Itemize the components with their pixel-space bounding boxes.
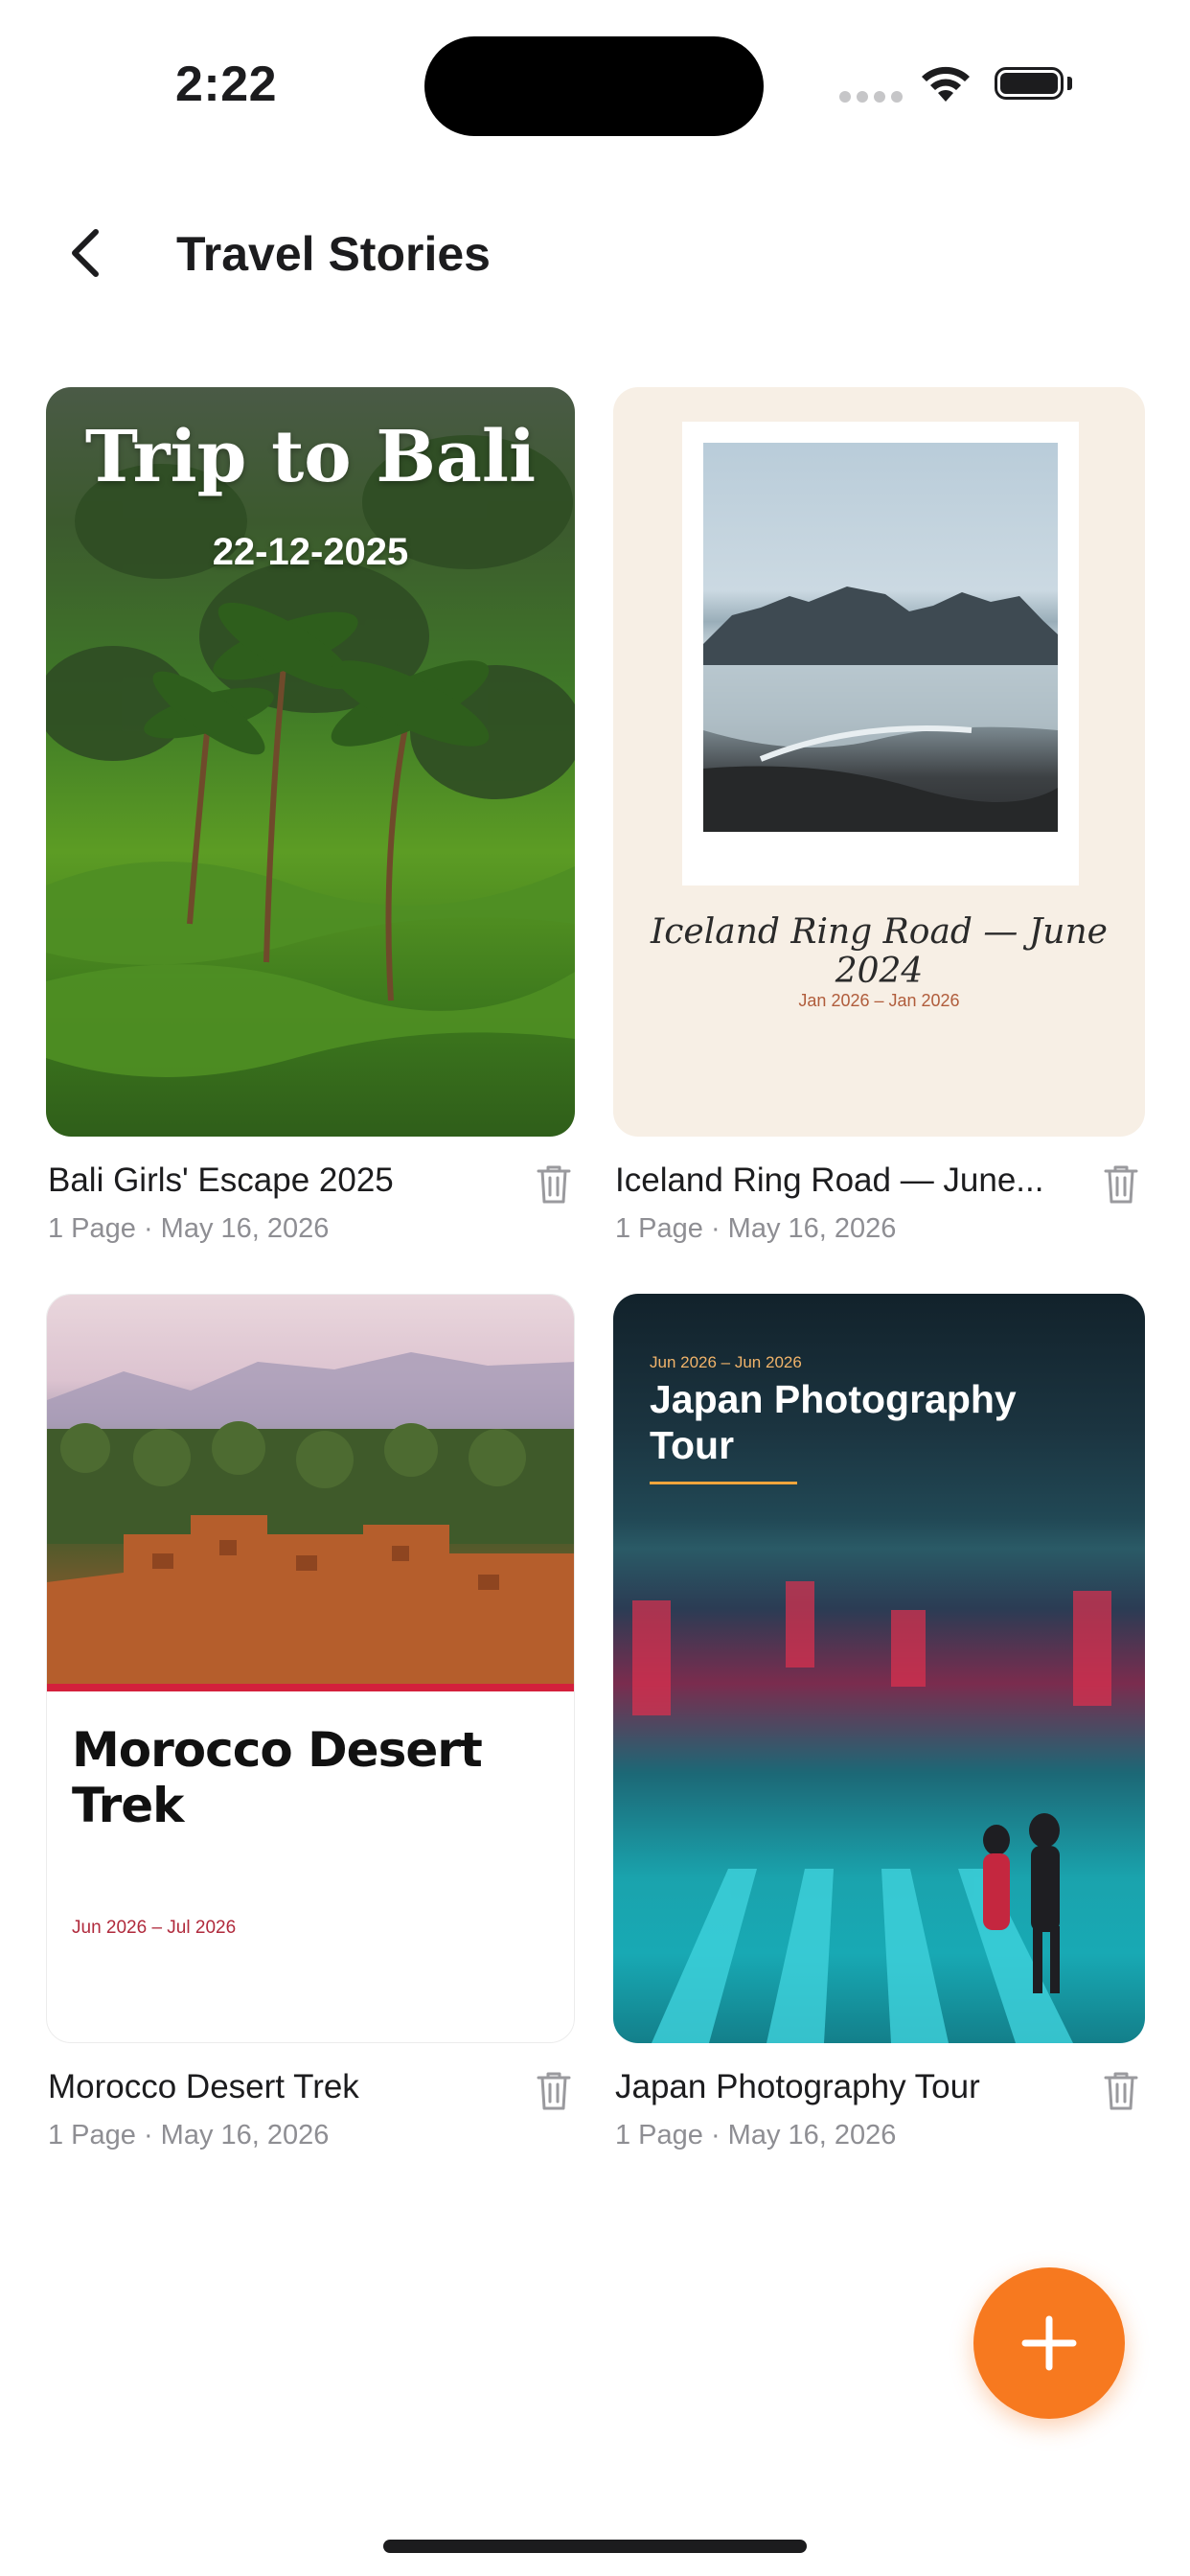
morocco-cover-date: Jun 2026 – Jul 2026 [72,1918,237,1938]
battery-icon [995,67,1064,100]
status-time: 2:22 [175,57,278,112]
story-cover-bali[interactable]: Trip to Bali 22-12-2025 [46,387,575,1137]
story-cover-japan[interactable]: Jun 2026 – Jun 2026 Japan Photography To… [613,1294,1145,2043]
story-name[interactable]: Bali Girls' Escape 2025 [48,1162,517,1200]
cellular-signal-icon [839,90,908,107]
home-indicator [383,2540,807,2553]
story-meta: 1 Page · May 16, 2026 [48,1213,330,1244]
bali-cover-title: Trip to Bali [84,416,537,498]
story-cover-morocco[interactable]: Morocco Desert Trek Jun 2026 – Jul 2026 [46,1294,575,2043]
back-button[interactable] [63,226,109,280]
story-name[interactable]: Iceland Ring Road — June... [615,1162,1065,1200]
iceland-photo [703,443,1058,832]
trash-icon [537,1165,571,1204]
wifi-icon [918,63,973,110]
trash-icon [537,2072,571,2110]
japan-cover-title: Japan Photography Tour [650,1377,1017,1467]
morocco-cover-title: Morocco Desert Trek [72,1722,483,1833]
delete-button[interactable] [535,2070,573,2112]
story-name[interactable]: Morocco Desert Trek [48,2068,517,2106]
trash-icon [1104,1165,1138,1204]
delete-button[interactable] [1102,1163,1140,1206]
plus-icon [1021,2315,1077,2371]
story-name[interactable]: Japan Photography Tour [615,2068,1065,2106]
bali-cover-date: 22-12-2025 [212,531,409,573]
title-underline [650,1482,797,1484]
japan-cover-date: Jun 2026 – Jun 2026 [650,1353,802,1371]
delete-button[interactable] [1102,2070,1140,2112]
add-story-button[interactable] [973,2267,1125,2419]
bali-photo [46,435,575,1077]
story-meta: 1 Page · May 16, 2026 [48,2120,330,2150]
morocco-photo [47,1295,574,1684]
story-cover-iceland[interactable]: Iceland Ring Road — June 2024 Jan 2026 –… [613,387,1145,1137]
chevron-left-icon [72,229,99,277]
page-title: Travel Stories [176,227,491,281]
story-meta: 1 Page · May 16, 2026 [615,2120,897,2150]
polaroid-frame [682,422,1079,886]
iceland-cover-date: Jan 2026 – Jan 2026 [798,991,960,1010]
accent-bar [47,1684,574,1691]
iceland-cover-title: Iceland Ring Road — June 2024 [651,912,1108,991]
story-meta: 1 Page · May 16, 2026 [615,1213,897,1244]
dynamic-island [424,36,764,136]
delete-button[interactable] [535,1163,573,1206]
trash-icon [1104,2072,1138,2110]
battery-cap [1067,77,1072,90]
